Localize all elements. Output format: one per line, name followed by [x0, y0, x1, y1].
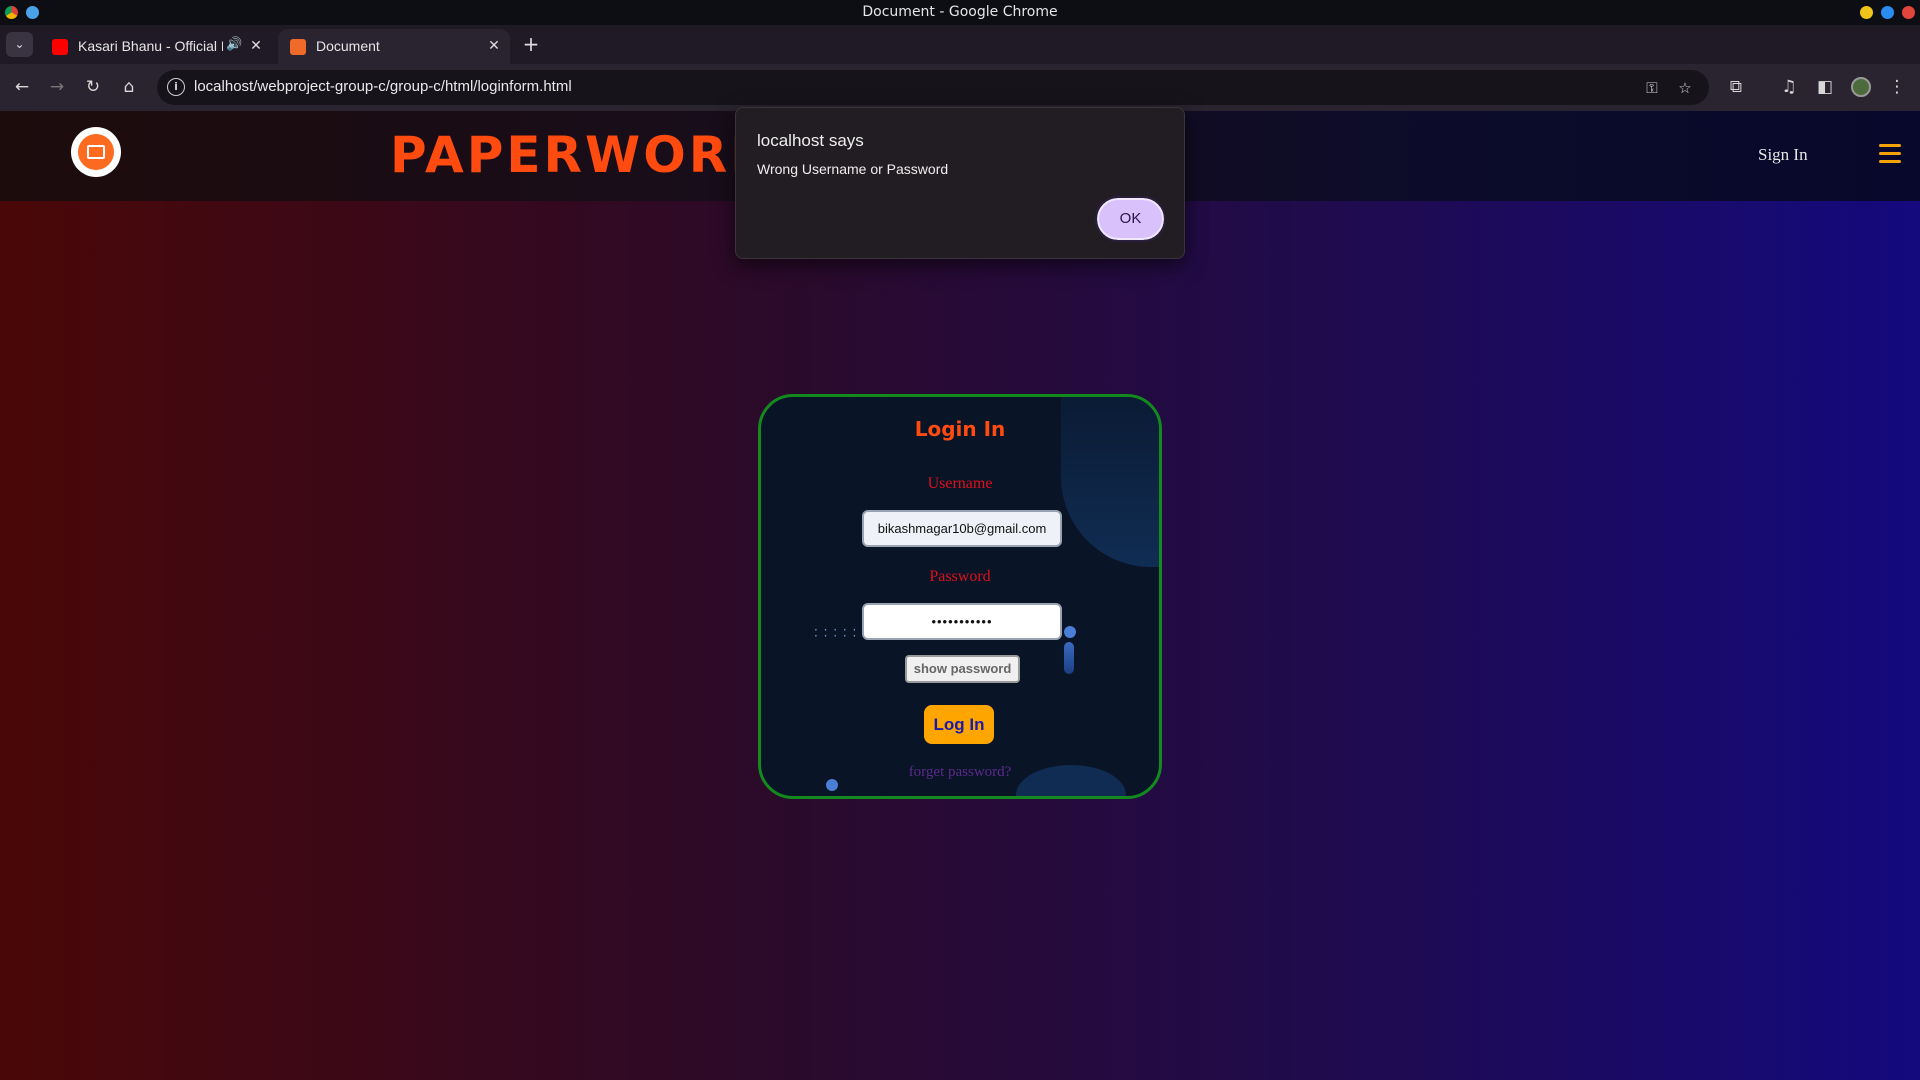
username-input[interactable]: bikashmagar10b@gmail.com [862, 510, 1062, 547]
site-info-icon[interactable]: i [167, 78, 185, 96]
extensions-button[interactable]: ⧉ [1723, 74, 1749, 100]
tab-document[interactable]: Document ✕ [278, 29, 510, 64]
forward-button[interactable]: → [44, 74, 70, 100]
speaker-icon[interactable]: 🔊 [226, 37, 242, 52]
arrow-left-icon: ← [14, 77, 30, 97]
media-controls-button[interactable]: ♫ [1776, 74, 1802, 100]
back-button[interactable]: ← [9, 74, 35, 100]
side-panel-button[interactable]: ◧ [1812, 74, 1838, 100]
url-text[interactable]: localhost/webproject-group-c/group-c/htm… [194, 78, 572, 95]
decorative-pill [1064, 642, 1074, 674]
alert-dialog: localhost says Wrong Username or Passwor… [735, 107, 1185, 259]
key-icon[interactable]: ⚿ [1641, 77, 1663, 99]
folder-document-icon [78, 134, 114, 170]
login-title: Login In [914, 417, 1006, 441]
puzzle-icon: ⧉ [1729, 77, 1743, 97]
dialog-message: Wrong Username or Password [757, 161, 949, 177]
sign-in-link[interactable]: Sign In [1758, 145, 1808, 165]
minimize-button[interactable] [1860, 6, 1873, 19]
window-titlebar: Document - Google Chrome [0, 0, 1920, 25]
new-tab-button[interactable]: + [520, 33, 542, 55]
browser-toolbar: ← → ↻ ⌂ i localhost/webproject-group-c/g… [0, 64, 1920, 111]
tab-search-button[interactable]: ⌄ [6, 32, 33, 57]
show-password-button[interactable]: show password [905, 655, 1020, 683]
password-input[interactable]: ••••••••••• [862, 603, 1062, 640]
tab-label: Kasari Bhanu - Official L [78, 38, 223, 54]
ok-button[interactable]: OK [1095, 196, 1166, 242]
kebab-menu-icon: ⋮ [1888, 77, 1906, 97]
bookmark-star-icon[interactable]: ☆ [1674, 77, 1696, 99]
maximize-button[interactable] [1881, 6, 1894, 19]
chrome-menu-button[interactable]: ⋮ [1884, 74, 1910, 100]
home-icon: ⌂ [123, 77, 135, 97]
arrow-right-icon: → [49, 77, 65, 97]
html-icon [290, 39, 306, 55]
site-name: PAPERWORI [390, 126, 752, 184]
media-queue-icon: ♫ [1781, 77, 1797, 97]
address-bar[interactable]: i localhost/webproject-group-c/group-c/h… [157, 70, 1709, 105]
decorative-dots: · · · · · · · · · · [814, 623, 858, 643]
profile-button[interactable] [1848, 74, 1874, 100]
tab-strip: ⌄ Kasari Bhanu - Official L 🔊 ✕ Document… [0, 25, 1920, 64]
chevron-down-icon: ⌄ [14, 37, 25, 51]
tab-label: Document [316, 38, 380, 54]
close-tab-icon[interactable]: ✕ [246, 36, 266, 56]
youtube-icon [52, 39, 68, 55]
window-title: Document - Google Chrome [862, 4, 1058, 20]
login-card: · · · · · · · · · · Login In Username bik… [758, 394, 1162, 799]
hamburger-menu-icon[interactable] [1879, 144, 1901, 164]
forget-password-link[interactable]: forget password? [761, 764, 1159, 781]
dialog-title: localhost says [757, 131, 864, 150]
decorative-dot [1064, 626, 1076, 638]
avatar [1851, 77, 1871, 97]
tab-youtube[interactable]: Kasari Bhanu - Official L 🔊 ✕ [40, 29, 272, 64]
password-label: Password [929, 568, 991, 585]
reload-button[interactable]: ↻ [80, 74, 106, 100]
reload-icon: ↻ [85, 77, 101, 97]
login-button[interactable]: Log In [924, 705, 994, 744]
close-window-button[interactable] [1902, 6, 1915, 19]
plus-icon: + [522, 32, 540, 56]
username-label: Username [927, 475, 993, 492]
site-logo[interactable] [71, 127, 121, 177]
close-tab-icon[interactable]: ✕ [484, 36, 504, 56]
home-button[interactable]: ⌂ [116, 74, 142, 100]
side-panel-icon: ◧ [1816, 77, 1834, 97]
